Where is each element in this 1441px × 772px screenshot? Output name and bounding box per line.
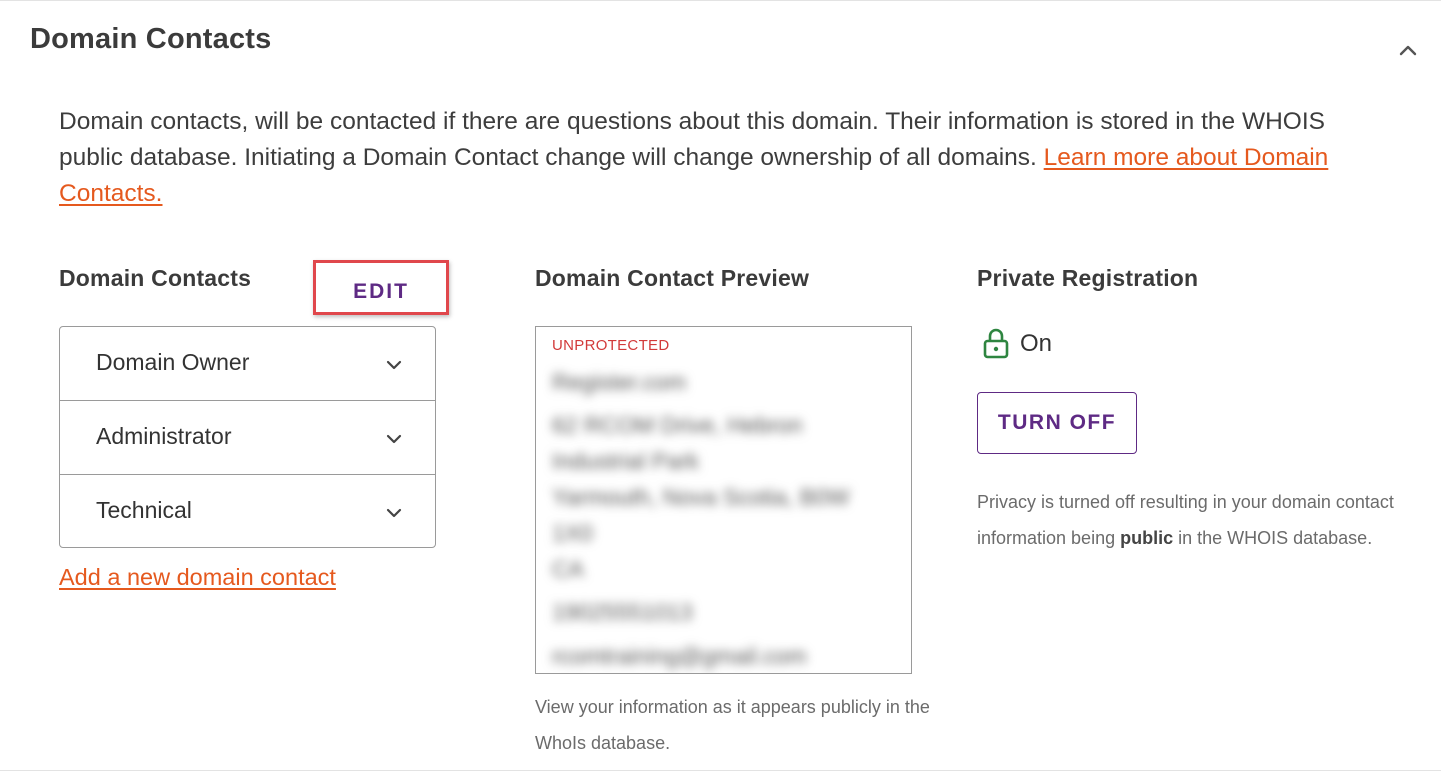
preview-caption: View your information as it appears publ… bbox=[535, 697, 930, 753]
contact-item-label: Domain Owner bbox=[96, 349, 250, 375]
privacy-note-bold: public bbox=[1120, 528, 1174, 548]
chevron-down-icon bbox=[386, 360, 402, 370]
privacy-heading: Private Registration bbox=[977, 265, 1199, 291]
preview-line: Register.com bbox=[552, 369, 687, 395]
preview-line: Industrial Park bbox=[552, 448, 700, 474]
preview-line: 19025551013 bbox=[552, 599, 693, 625]
contact-item-label: Technical bbox=[96, 497, 192, 523]
domain-contacts-panel: Domain Contacts Domain contacts, will be… bbox=[0, 0, 1441, 772]
chevron-up-icon bbox=[1399, 45, 1417, 56]
turn-off-button[interactable]: TURN OFF bbox=[977, 392, 1137, 454]
contacts-heading: Domain Contacts bbox=[59, 265, 252, 291]
unprotected-label: UNPROTECTED bbox=[552, 337, 670, 354]
preview-line: Yarmouth, Nova Scotia, B0W bbox=[552, 484, 850, 510]
add-domain-contact-link[interactable]: Add a new domain contact bbox=[59, 564, 336, 591]
contact-item-domain-owner[interactable]: Domain Owner bbox=[60, 327, 435, 401]
contact-preview-box: UNPROTECTED Register.com 62 RCOM Drive, … bbox=[535, 326, 912, 674]
edit-button[interactable]: EDIT bbox=[316, 273, 446, 311]
preview-heading: Domain Contact Preview bbox=[535, 265, 810, 291]
section-title: Domain Contacts bbox=[30, 23, 272, 55]
privacy-note: Privacy is turned off resulting in your … bbox=[977, 484, 1397, 556]
contact-item-technical[interactable]: Technical bbox=[60, 475, 435, 547]
contact-item-label: Administrator bbox=[96, 423, 232, 449]
lock-icon bbox=[983, 328, 1009, 359]
chevron-down-icon bbox=[386, 508, 402, 518]
privacy-note-after: in the WHOIS database. bbox=[1173, 528, 1373, 548]
contacts-list: Domain Owner Administrator Technical bbox=[59, 326, 436, 548]
privacy-status: On bbox=[1020, 330, 1053, 357]
intro-text: Domain contacts, will be contacted if th… bbox=[59, 104, 1389, 212]
preview-line: rcomtraining@gmail.com bbox=[552, 643, 807, 669]
chevron-down-icon bbox=[386, 434, 402, 444]
contact-item-administrator[interactable]: Administrator bbox=[60, 401, 435, 475]
collapse-button[interactable] bbox=[1396, 39, 1420, 63]
preview-line: 62 RCOM Drive, Hebron bbox=[552, 412, 803, 438]
preview-line: 1X0 bbox=[552, 520, 593, 546]
divider bbox=[0, 770, 1441, 771]
preview-line: CA bbox=[552, 556, 584, 582]
